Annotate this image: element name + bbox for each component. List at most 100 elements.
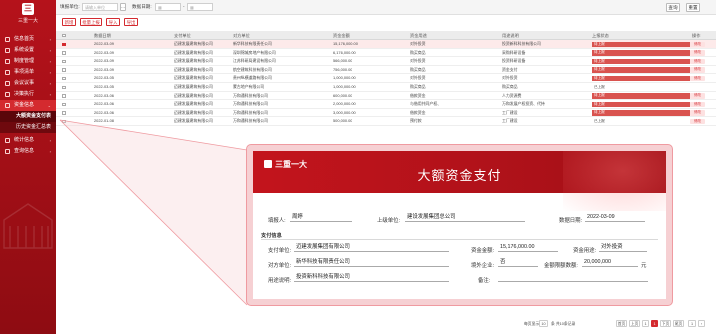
cell-payer: 迈建发展建筑有限公司: [174, 92, 213, 98]
date-end-input[interactable]: ▦: [187, 3, 213, 11]
table-row[interactable]: 2022-03-09 迈建发展建筑有限公司 深圳锦城房地产有限公司 6,176,000…: [56, 49, 716, 58]
org-label: 填报单位:: [60, 4, 80, 9]
banner-logo-text: 三重一大: [275, 160, 307, 169]
overseas-field[interactable]: 否: [498, 258, 538, 267]
row-checkbox[interactable]: [62, 102, 66, 107]
sidebar-item-funds[interactable]: 资金信息 ⌄: [0, 100, 56, 111]
sidebar-item-meeting[interactable]: 会议议事 ›: [0, 78, 56, 89]
cell-description: 购买商品: [502, 84, 518, 89]
edit-button[interactable]: 修改: [690, 101, 705, 108]
purpose-field[interactable]: 对外投资: [599, 243, 647, 252]
row-checkbox[interactable]: [62, 51, 66, 55]
row-checkbox[interactable]: [62, 94, 66, 98]
cell-purpose: 对外投资: [410, 58, 426, 64]
reset-button[interactable]: 重置: [686, 3, 700, 12]
sidebar-item-system[interactable]: 系统设置 ›: [0, 45, 56, 56]
add-button[interactable]: 新增: [62, 18, 76, 26]
search-bar: 填报单位: 请输入单位 ⋯ 数据日期: ▦ - ▦ 查询 重置: [56, 0, 716, 15]
edit-button[interactable]: 修改: [690, 67, 705, 73]
table-row[interactable]: 2022-01-08 迈建发展建筑有限公司 万和通科技有限公司 500,000.00 预…: [56, 117, 716, 126]
calendar-icon: ▦: [190, 5, 194, 10]
edit-button[interactable]: 修改: [690, 41, 705, 48]
row-checkbox[interactable]: [62, 119, 66, 124]
payee-field[interactable]: 新华科技有限责任公司: [294, 258, 449, 267]
cell-payee: 航空建筑科技有限公司: [233, 66, 272, 72]
edit-button[interactable]: 修改: [690, 110, 705, 116]
current-page-button[interactable]: 1: [651, 320, 658, 327]
page-number-1[interactable]: 1: [642, 320, 649, 327]
last-page-button[interactable]: 尾页: [673, 320, 684, 327]
chevron-right-icon: ›: [49, 48, 51, 53]
payer-field[interactable]: 迈建发展集团有限公司: [294, 243, 449, 252]
first-page-button[interactable]: 首页: [616, 320, 627, 327]
row-checkbox[interactable]: [62, 76, 66, 81]
row-checkbox[interactable]: [62, 111, 66, 115]
table-row[interactable]: 2022-03-06 迈建发展建筑有限公司 万和通科技有限公司 3,000,000.0…: [56, 109, 716, 118]
card-title: 大额资金支付: [417, 168, 502, 183]
import-button[interactable]: 导入: [106, 18, 120, 26]
reporter-field[interactable]: 周婷: [290, 213, 352, 222]
cell-description: 资金支付: [502, 66, 518, 72]
date-separator: -: [183, 4, 185, 9]
sidebar-item-execute[interactable]: 决策执行 ›: [0, 89, 56, 100]
cell-amount: 500,000.00: [333, 118, 353, 124]
goto-button[interactable]: ›: [698, 320, 705, 327]
cell-amount: 1,000,000.00: [333, 84, 356, 89]
table-row[interactable]: 2022-03-05 迈建发展建筑有限公司 蒙古地产有限公司 1,000,000.00…: [56, 83, 716, 92]
sidebar-subitem-history-summary[interactable]: 历史资金汇总表: [0, 122, 56, 133]
select-all-checkbox[interactable]: [62, 33, 66, 38]
table-row[interactable]: 2022-03-06 迈建发展建筑有限公司 万和通科技有限公司 2,000,000.0…: [56, 100, 716, 109]
edit-button[interactable]: 修改: [690, 118, 705, 125]
cell-payee: 江苏科研局建设有限公司: [233, 58, 276, 64]
query-button[interactable]: 查询: [666, 3, 680, 12]
row-checkbox[interactable]: [62, 68, 66, 72]
page-size-select[interactable]: 10: [539, 320, 548, 327]
sidebar-item-stats[interactable]: 统计信息 ›: [0, 135, 56, 146]
sidebar-item-home[interactable]: 信息首页 ›: [0, 34, 56, 45]
data-date-field[interactable]: 2022-03-09: [585, 213, 645, 222]
date-start-input[interactable]: ▦: [155, 3, 181, 11]
prev-page-button[interactable]: 上页: [629, 320, 640, 327]
table-row[interactable]: 2022-03-09 迈建发展建筑有限公司 江苏科研局建设有限公司 566,000.0…: [56, 57, 716, 66]
sidebar-item-rules[interactable]: 制度管理 ›: [0, 56, 56, 67]
cell-purpose: 借款资金: [410, 109, 426, 115]
sidebar-item-query[interactable]: 查询信息 ›: [0, 146, 56, 157]
export-button[interactable]: 导出: [124, 18, 138, 26]
amount-field[interactable]: 15,176,000.00: [498, 243, 558, 252]
cell-purpose: 预付款: [410, 118, 422, 124]
overseas-label: 境外企业:: [471, 263, 495, 269]
pager-summary: 条 共10条记录: [551, 322, 576, 326]
batch-submit-button[interactable]: 批量上报: [80, 18, 102, 26]
arrow-right-icon: ›: [700, 322, 703, 326]
edit-button[interactable]: 修改: [690, 93, 705, 99]
row-checkbox[interactable]: [62, 42, 66, 47]
edit-button[interactable]: 修改: [690, 50, 705, 56]
status-badge: 待上报: [592, 75, 690, 82]
description-label: 用途说明:: [268, 278, 292, 284]
sidebar-subitem-large-payment[interactable]: 大额资金支付表: [0, 111, 56, 122]
goto-page-input[interactable]: 1: [688, 320, 696, 327]
row-checkbox[interactable]: [62, 59, 66, 64]
parent-unit-field[interactable]: 建设发展集团总公司: [405, 213, 525, 222]
remark-field[interactable]: [498, 273, 648, 282]
cell-date: 2022-03-05: [94, 75, 114, 81]
row-checkbox[interactable]: [62, 85, 66, 90]
table-row[interactable]: 2022-03-05 迈建发展建筑有限公司 贵州纵横道路有限公司 1,000,000.…: [56, 74, 716, 83]
next-page-button[interactable]: 下页: [660, 320, 671, 327]
limit-field[interactable]: 20,000,000: [582, 258, 638, 267]
cell-date: 2022-03-06: [94, 92, 114, 98]
table-row[interactable]: 2022-03-06 迈建发展建筑有限公司 万和通科技有限公司 600,000.00 借…: [56, 92, 716, 101]
org-search-input[interactable]: 请输入单位: [82, 3, 118, 11]
table-row[interactable]: 2022-03-09 迈建发展建筑有限公司 航空建筑科技有限公司 756,000.00…: [56, 66, 716, 75]
org-picker-button[interactable]: ⋯: [120, 3, 126, 11]
sidebar-item-items[interactable]: 事项清单 ›: [0, 67, 56, 78]
cell-purpose: 与借用共同产权、: [410, 101, 442, 107]
edit-button[interactable]: 修改: [690, 75, 705, 82]
edit-button[interactable]: 修改: [690, 58, 705, 65]
amount-label: 资金金额:: [471, 248, 495, 254]
cell-payer: 迈建发展建筑有限公司: [174, 41, 213, 46]
table-row[interactable]: 2022-03-09 迈建发展建筑有限公司 新华科技有限责任公司 15,176,000…: [56, 40, 716, 49]
chart-icon: [5, 138, 10, 143]
card-banner: 三重一大 大额资金支付: [253, 151, 666, 211]
description-field[interactable]: 投资新科科技有限公司: [294, 273, 449, 282]
